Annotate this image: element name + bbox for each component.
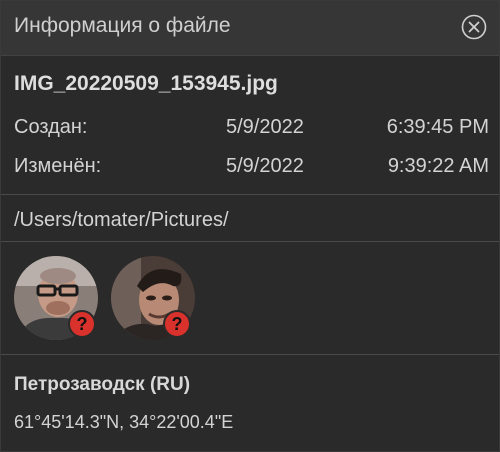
file-details-section: IMG_20220509_153945.jpg Создан: 5/9/2022… xyxy=(1,56,499,195)
modified-date: 5/9/2022 xyxy=(226,155,304,177)
close-circle-icon xyxy=(461,14,487,40)
svg-text:?: ? xyxy=(172,314,183,334)
panel-title: Информация о файле xyxy=(14,14,231,37)
face-avatar-1[interactable]: ? xyxy=(14,256,98,340)
location-coordinates[interactable]: 61°45'14.3"N, 34°22'00.4"E xyxy=(14,412,233,433)
faces-section: ? ? xyxy=(1,242,499,355)
created-time: 6:39:45 PM xyxy=(386,116,489,138)
file-info-panel: Информация о файле IMG_20220509_153945.j… xyxy=(0,0,500,452)
file-path[interactable]: /Users/tomater/Pictures/ xyxy=(14,209,229,232)
svg-text:?: ? xyxy=(77,314,88,334)
file-name: IMG_20220509_153945.jpg xyxy=(14,72,278,95)
modified-time: 9:39:22 AM xyxy=(387,155,489,177)
created-label: Создан: xyxy=(14,116,88,138)
location-section: Петрозаводск (RU) 61°45'14.3"N, 34°22'00… xyxy=(1,355,499,451)
modified-label: Изменён: xyxy=(14,155,102,177)
close-button[interactable] xyxy=(461,14,487,40)
panel-header: Информация о файле xyxy=(1,1,499,56)
location-place: Петрозаводск (RU) xyxy=(14,374,191,395)
created-date: 5/9/2022 xyxy=(226,116,304,138)
file-path-section: /Users/tomater/Pictures/ xyxy=(1,195,499,242)
question-badge-icon: ? xyxy=(163,310,191,338)
face-avatar-2[interactable]: ? xyxy=(111,256,195,340)
question-badge-icon: ? xyxy=(68,310,96,338)
